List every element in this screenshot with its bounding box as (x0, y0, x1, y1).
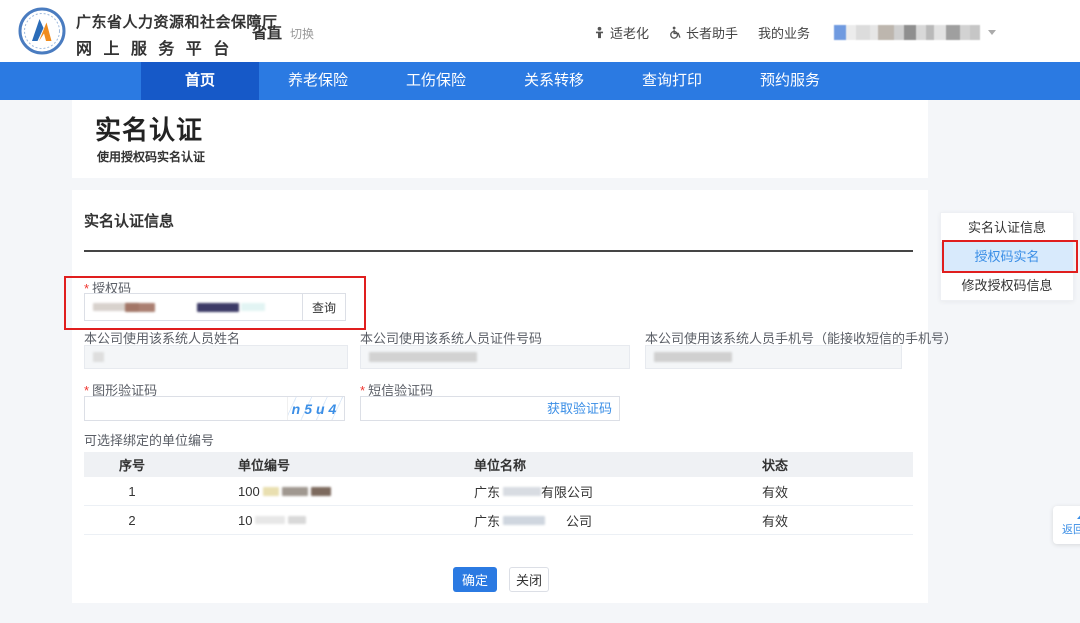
row-status: 有效 (700, 511, 913, 530)
nav-tab-appointment[interactable]: 预约服务 (731, 62, 849, 100)
header-menu: 适老化 长者助手 我的业务 (593, 23, 996, 41)
platform-name: 网 上 服 务 平 台 (76, 35, 278, 59)
back-to-top-button[interactable]: 返回顶部 (1053, 506, 1080, 544)
sms-input-wrap: 获取验证码 (360, 396, 620, 421)
region-switch-link[interactable]: 切换 (290, 25, 314, 42)
elder-helper-link[interactable]: 长者助手 (669, 23, 738, 42)
confirm-button[interactable]: 确定 (453, 567, 497, 592)
row-no: 1 (84, 484, 180, 499)
page-title: 实名认证 (95, 110, 203, 147)
top-header: 广东省人力资源和社会保障厅 网 上 服 务 平 台 省直 切换 适老化 长者助手… (0, 0, 1080, 62)
chevron-down-icon (988, 30, 996, 35)
gov-logo-icon (18, 7, 66, 55)
row-unit-no: 100 (180, 484, 420, 499)
anchor-side-menu: 实名认证信息 授权码实名 修改授权码信息 (940, 212, 1074, 301)
row-unit-name: 广东 有限公司 (420, 482, 700, 501)
site-brand: 广东省人力资源和社会保障厅 网 上 服 务 平 台 (76, 11, 278, 59)
query-button[interactable]: 查询 (302, 293, 346, 321)
auth-code-group: 查询 (84, 293, 346, 321)
sms-code-input[interactable] (367, 398, 526, 421)
user-account-menu[interactable] (834, 25, 996, 40)
nav-tabs: 首页 养老保险 工伤保险 关系转移 查询打印 预约服务 (141, 62, 849, 100)
close-button[interactable]: 关闭 (509, 567, 549, 592)
row-unit-no: 10 (180, 513, 420, 528)
units-table-header: 序号 单位编号 单位名称 状态 (84, 452, 913, 477)
nav-tab-home[interactable]: 首页 (141, 62, 259, 100)
col-header-unit-no: 单位编号 (180, 455, 420, 474)
col-header-no: 序号 (84, 455, 180, 474)
side-item-modify-authcode[interactable]: 修改授权码信息 (941, 271, 1073, 300)
nav-tab-transfer[interactable]: 关系转移 (495, 62, 613, 100)
row-unit-name: 广东 公司 (420, 511, 700, 530)
phone-field (645, 345, 902, 369)
table-row[interactable]: 2 10 广东 公司 有效 (84, 506, 913, 535)
units-table: 序号 单位编号 单位名称 状态 1 100 广东 有限公司 有效 2 10 (84, 452, 913, 535)
realname-form-card: 实名认证信息 *授权码 查询 本公司使用该系统人员姓名 本公司使用该系统人员证件… (72, 190, 928, 603)
nav-tab-pension[interactable]: 养老保险 (259, 62, 377, 100)
page-subtitle: 使用授权码实名认证 (97, 148, 205, 165)
region-label: 省直 (252, 22, 282, 43)
nav-tab-query-print[interactable]: 查询打印 (613, 62, 731, 100)
captcha-input-wrap: n5u4 (84, 396, 345, 421)
section-title: 实名认证信息 (84, 210, 174, 231)
table-row[interactable]: 1 100 广东 有限公司 有效 (84, 477, 913, 506)
nav-tab-injury[interactable]: 工伤保险 (377, 62, 495, 100)
captcha-input[interactable] (91, 398, 250, 421)
row-no: 2 (84, 513, 180, 528)
page-title-card: 实名认证 使用授权码实名认证 (72, 100, 928, 178)
my-business-label: 我的业务 (758, 23, 810, 42)
elder-helper-label: 长者助手 (686, 23, 738, 42)
back-to-top-label: 返回顶部 (1053, 521, 1080, 537)
my-business-link[interactable]: 我的业务 (758, 23, 810, 42)
elder-mode-link[interactable]: 适老化 (593, 23, 649, 42)
col-header-status: 状态 (700, 455, 913, 474)
person-name-field (84, 345, 348, 369)
user-name-redacted (834, 25, 980, 40)
bind-units-label: 可选择绑定的单位编号 (84, 430, 214, 449)
side-item-realname-info[interactable]: 实名认证信息 (941, 213, 1073, 242)
elder-mode-label: 适老化 (610, 23, 649, 42)
col-header-unit-name: 单位名称 (420, 455, 700, 474)
row-status: 有效 (700, 482, 913, 501)
main-nav: 首页 养老保险 工伤保险 关系转移 查询打印 预约服务 (0, 62, 1080, 100)
side-item-authcode-realname[interactable]: 授权码实名 (941, 242, 1073, 271)
org-name: 广东省人力资源和社会保障厅 (76, 11, 278, 32)
elder-mode-icon (593, 26, 606, 39)
get-sms-code-link[interactable]: 获取验证码 (547, 397, 612, 420)
captcha-image[interactable]: n5u4 (287, 397, 344, 420)
cert-no-field (360, 345, 630, 369)
auth-code-input[interactable] (84, 293, 302, 321)
section-divider (84, 250, 913, 252)
wheelchair-icon (669, 26, 682, 39)
